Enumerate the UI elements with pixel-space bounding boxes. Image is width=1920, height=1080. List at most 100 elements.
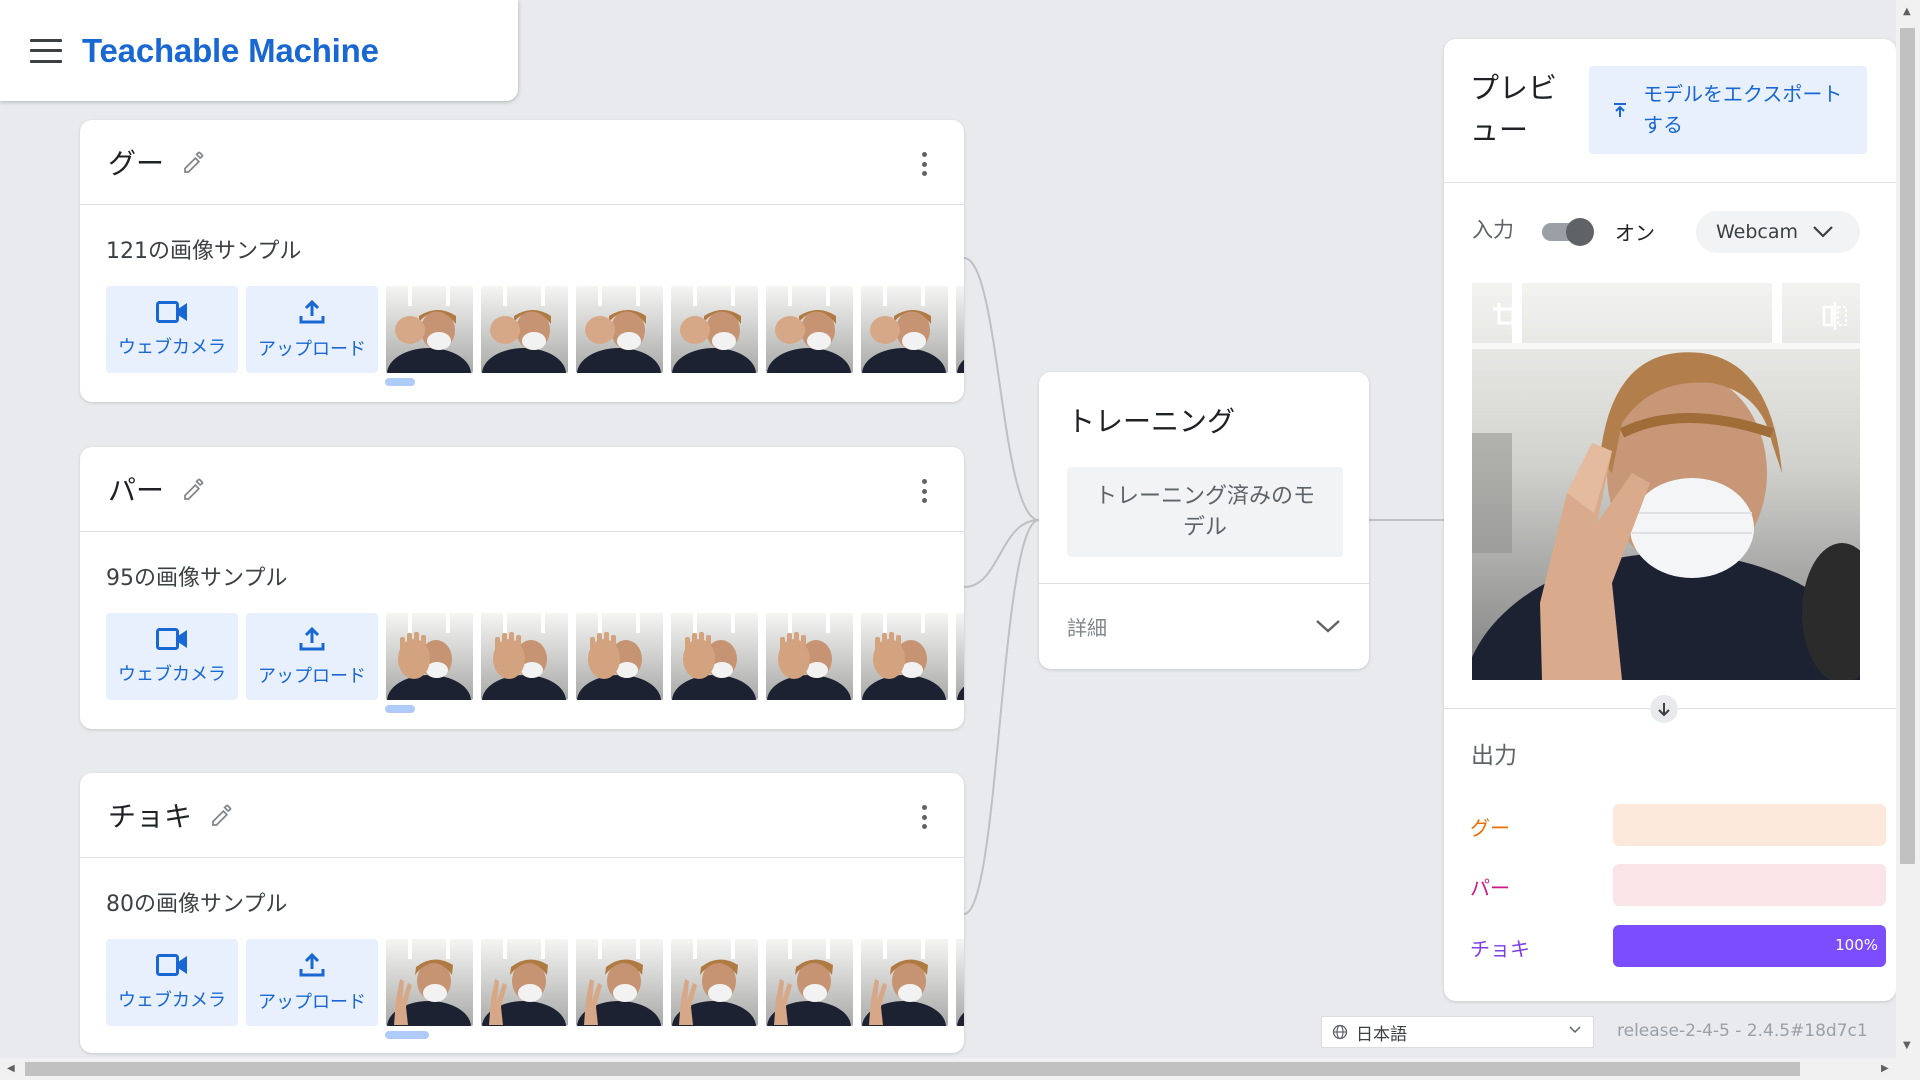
class-name[interactable]: グー bbox=[108, 142, 164, 182]
sample-thumbnail[interactable] bbox=[671, 613, 758, 700]
confidence-bar: 100% bbox=[1613, 925, 1886, 967]
preview-title: プレビュー bbox=[1470, 71, 1558, 147]
output-class-name: パー bbox=[1470, 876, 1510, 900]
class-name[interactable]: パー bbox=[108, 469, 164, 509]
sample-row: ウェブカメラ アップロード bbox=[106, 286, 964, 373]
sample-thumbnail[interactable] bbox=[386, 286, 473, 373]
chevron-down-icon bbox=[1316, 620, 1340, 633]
video-camera-icon bbox=[156, 627, 187, 650]
output-class-name: グー bbox=[1470, 816, 1510, 840]
app-title[interactable]: Teachable Machine bbox=[82, 32, 379, 70]
output-label: 出力 bbox=[1471, 743, 1517, 769]
scrollbar-thumb[interactable] bbox=[25, 1062, 1800, 1076]
webcam-image bbox=[1472, 283, 1860, 680]
language-select[interactable]: 日本語 bbox=[1321, 1016, 1594, 1048]
class-card-pa: パー 95の画像サンプル ウェブカメラ アップロード bbox=[80, 447, 964, 729]
scrollbar-thumb[interactable] bbox=[1900, 28, 1915, 864]
sample-thumbnail[interactable] bbox=[956, 939, 964, 1026]
more-options-icon[interactable] bbox=[922, 479, 928, 503]
chevron-down-icon bbox=[1813, 226, 1833, 238]
menu-icon[interactable] bbox=[30, 38, 62, 63]
scroll-down-icon[interactable]: ▼ bbox=[1903, 1040, 1911, 1051]
sample-thumbnail[interactable] bbox=[861, 613, 948, 700]
confidence-bar bbox=[1613, 804, 1886, 846]
sample-count: 95の画像サンプル bbox=[106, 566, 288, 591]
sample-thumbnail[interactable] bbox=[576, 613, 663, 700]
arrow-down-icon bbox=[1650, 695, 1678, 723]
sample-thumbnail[interactable] bbox=[576, 939, 663, 1026]
webcam-button[interactable]: ウェブカメラ bbox=[106, 286, 238, 373]
horizontal-scrollbar[interactable]: ◀ ▶ bbox=[0, 1058, 1920, 1080]
sample-row: ウェブカメラ アップロード bbox=[106, 613, 964, 700]
sample-thumbnail[interactable] bbox=[861, 286, 948, 373]
upload-button[interactable]: アップロード bbox=[246, 939, 378, 1026]
flip-icon[interactable] bbox=[1822, 301, 1848, 331]
vertical-scrollbar[interactable]: ▲ ▼ bbox=[1896, 0, 1920, 1058]
webcam-button[interactable]: ウェブカメラ bbox=[106, 939, 238, 1026]
video-camera-icon bbox=[156, 300, 187, 323]
class-header: チョキ bbox=[80, 773, 964, 858]
webcam-button[interactable]: ウェブカメラ bbox=[106, 613, 238, 700]
more-options-icon[interactable] bbox=[922, 805, 928, 829]
webcam-preview bbox=[1472, 283, 1860, 680]
training-card: トレーニング トレーニング済みのモデル 詳細 bbox=[1039, 372, 1369, 669]
sample-thumbnail[interactable] bbox=[766, 939, 853, 1026]
upload-icon bbox=[299, 952, 325, 976]
upload-button[interactable]: アップロード bbox=[246, 286, 378, 373]
sample-thumbnail[interactable] bbox=[956, 613, 964, 700]
sample-thumbnail[interactable] bbox=[671, 939, 758, 1026]
sample-thumbnail[interactable] bbox=[861, 939, 948, 1026]
edit-icon[interactable] bbox=[208, 800, 238, 830]
input-source-select[interactable]: Webcam bbox=[1696, 211, 1860, 253]
details-label: 詳細 bbox=[1067, 615, 1107, 640]
samples-scroll-indicator[interactable] bbox=[385, 378, 415, 386]
sample-count: 121の画像サンプル bbox=[106, 239, 302, 264]
class-card-gu: グー 121の画像サンプル ウェブカメラ アップロード bbox=[80, 120, 964, 402]
sample-thumbnail[interactable] bbox=[956, 286, 964, 373]
sample-count: 80の画像サンプル bbox=[106, 892, 288, 917]
train-model-button[interactable]: トレーニング済みのモデル bbox=[1067, 467, 1343, 557]
class-header: グー bbox=[80, 120, 964, 205]
confidence-bar bbox=[1613, 864, 1886, 906]
upload-icon bbox=[299, 299, 325, 323]
input-toggle[interactable] bbox=[1542, 218, 1594, 246]
scroll-left-icon[interactable]: ◀ bbox=[7, 1063, 15, 1074]
crop-icon[interactable] bbox=[1492, 301, 1520, 331]
upload-button[interactable]: アップロード bbox=[246, 613, 378, 700]
upload-icon bbox=[299, 626, 325, 650]
class-name[interactable]: チョキ bbox=[108, 795, 192, 835]
edit-icon[interactable] bbox=[180, 147, 210, 177]
edit-icon[interactable] bbox=[180, 474, 210, 504]
samples-scroll-indicator[interactable] bbox=[385, 705, 415, 713]
advanced-details-toggle[interactable]: 詳細 bbox=[1039, 584, 1369, 668]
app-header: Teachable Machine bbox=[0, 0, 518, 101]
output-row-gu: グー bbox=[1470, 804, 1886, 848]
input-label: 入力 bbox=[1472, 218, 1514, 242]
sample-thumbnail[interactable] bbox=[671, 286, 758, 373]
more-options-icon[interactable] bbox=[922, 152, 928, 176]
video-camera-icon bbox=[156, 953, 187, 976]
sample-thumbnail[interactable] bbox=[481, 286, 568, 373]
export-model-button[interactable]: モデルをエクスポートする bbox=[1589, 66, 1867, 154]
release-version: release-2-4-5 - 2.4.5#18d7c1 bbox=[1617, 1021, 1868, 1041]
toggle-state-label: オン bbox=[1615, 221, 1655, 245]
samples-scroll-indicator[interactable] bbox=[385, 1031, 429, 1039]
sample-thumbnail[interactable] bbox=[481, 613, 568, 700]
export-icon bbox=[1614, 103, 1626, 117]
preview-panel: プレビュー モデルをエクスポートする 入力 オン Webcam 出力 グー パー… bbox=[1444, 39, 1896, 1001]
sample-thumbnail[interactable] bbox=[766, 286, 853, 373]
sample-thumbnail[interactable] bbox=[576, 286, 663, 373]
chevron-down-icon bbox=[1569, 1026, 1581, 1034]
output-class-name: チョキ bbox=[1470, 937, 1530, 961]
sample-thumbnail[interactable] bbox=[386, 613, 473, 700]
scroll-up-icon[interactable]: ▲ bbox=[1903, 6, 1911, 17]
output-row-choki: チョキ 100% bbox=[1470, 925, 1886, 969]
class-header: パー bbox=[80, 447, 964, 532]
sample-thumbnail[interactable] bbox=[766, 613, 853, 700]
scroll-right-icon[interactable]: ▶ bbox=[1881, 1063, 1889, 1074]
divider bbox=[1444, 182, 1896, 183]
training-title: トレーニング bbox=[1067, 405, 1236, 438]
sample-thumbnail[interactable] bbox=[481, 939, 568, 1026]
sample-thumbnail[interactable] bbox=[386, 939, 473, 1026]
output-row-pa: パー bbox=[1470, 864, 1886, 908]
